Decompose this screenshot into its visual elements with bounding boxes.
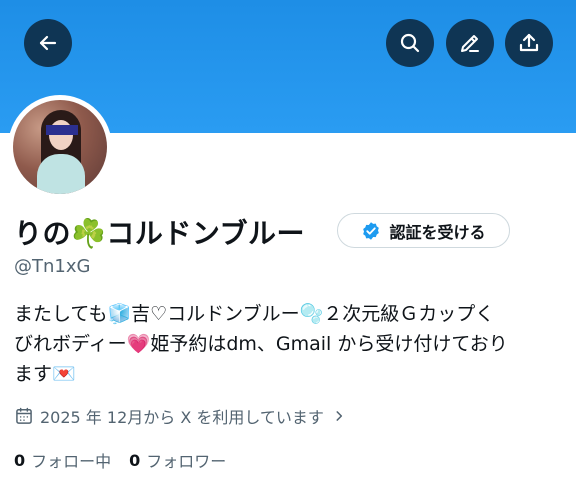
display-name-row: りの☘️コルドンブルー: [14, 210, 305, 254]
user-handle: @Tn1xG: [14, 256, 91, 277]
back-button[interactable]: [24, 19, 72, 67]
joined-date[interactable]: 2025 年 12月から X を利用しています: [14, 402, 346, 430]
display-name: りの☘️コルドンブルー: [14, 217, 306, 250]
profile-page: りの☘️コルドンブルー 認証を受ける @Tn1xG またしても🧊吉♡コルドンブル…: [0, 0, 576, 488]
share-button[interactable]: [505, 19, 553, 67]
followers-link[interactable]: 0 フォロワー: [129, 448, 226, 472]
arrow-left-icon: [39, 35, 57, 51]
calendar-icon: [16, 407, 32, 424]
share-upload-icon: [519, 33, 539, 52]
pencil-icon: [461, 35, 479, 52]
search-button[interactable]: [386, 19, 434, 67]
following-link[interactable]: 0 フォロー中: [14, 448, 111, 472]
following-label: フォロー中: [31, 452, 112, 471]
verified-badge-icon: [363, 221, 380, 240]
joined-text: 2025 年 12月から X を利用しています: [40, 408, 324, 427]
search-icon: [400, 33, 420, 53]
get-verified-button[interactable]: 認証を受ける: [337, 213, 510, 248]
get-verified-label: 認証を受ける: [389, 222, 486, 242]
edit-button[interactable]: [446, 19, 494, 67]
following-count: 0: [14, 450, 26, 470]
followers-label: フォロワー: [146, 452, 227, 471]
follow-stats: 0 フォロー中 0 フォロワー: [14, 447, 226, 473]
avatar-image: [13, 100, 107, 194]
followers-count: 0: [129, 450, 141, 470]
profile-bio: またしても🧊吉♡コルドンブルー🫧２次元級Ｇカップく びれボディー💗姫予約はdm、…: [14, 303, 508, 385]
avatar[interactable]: [8, 95, 112, 199]
chevron-right-icon: [336, 411, 342, 421]
